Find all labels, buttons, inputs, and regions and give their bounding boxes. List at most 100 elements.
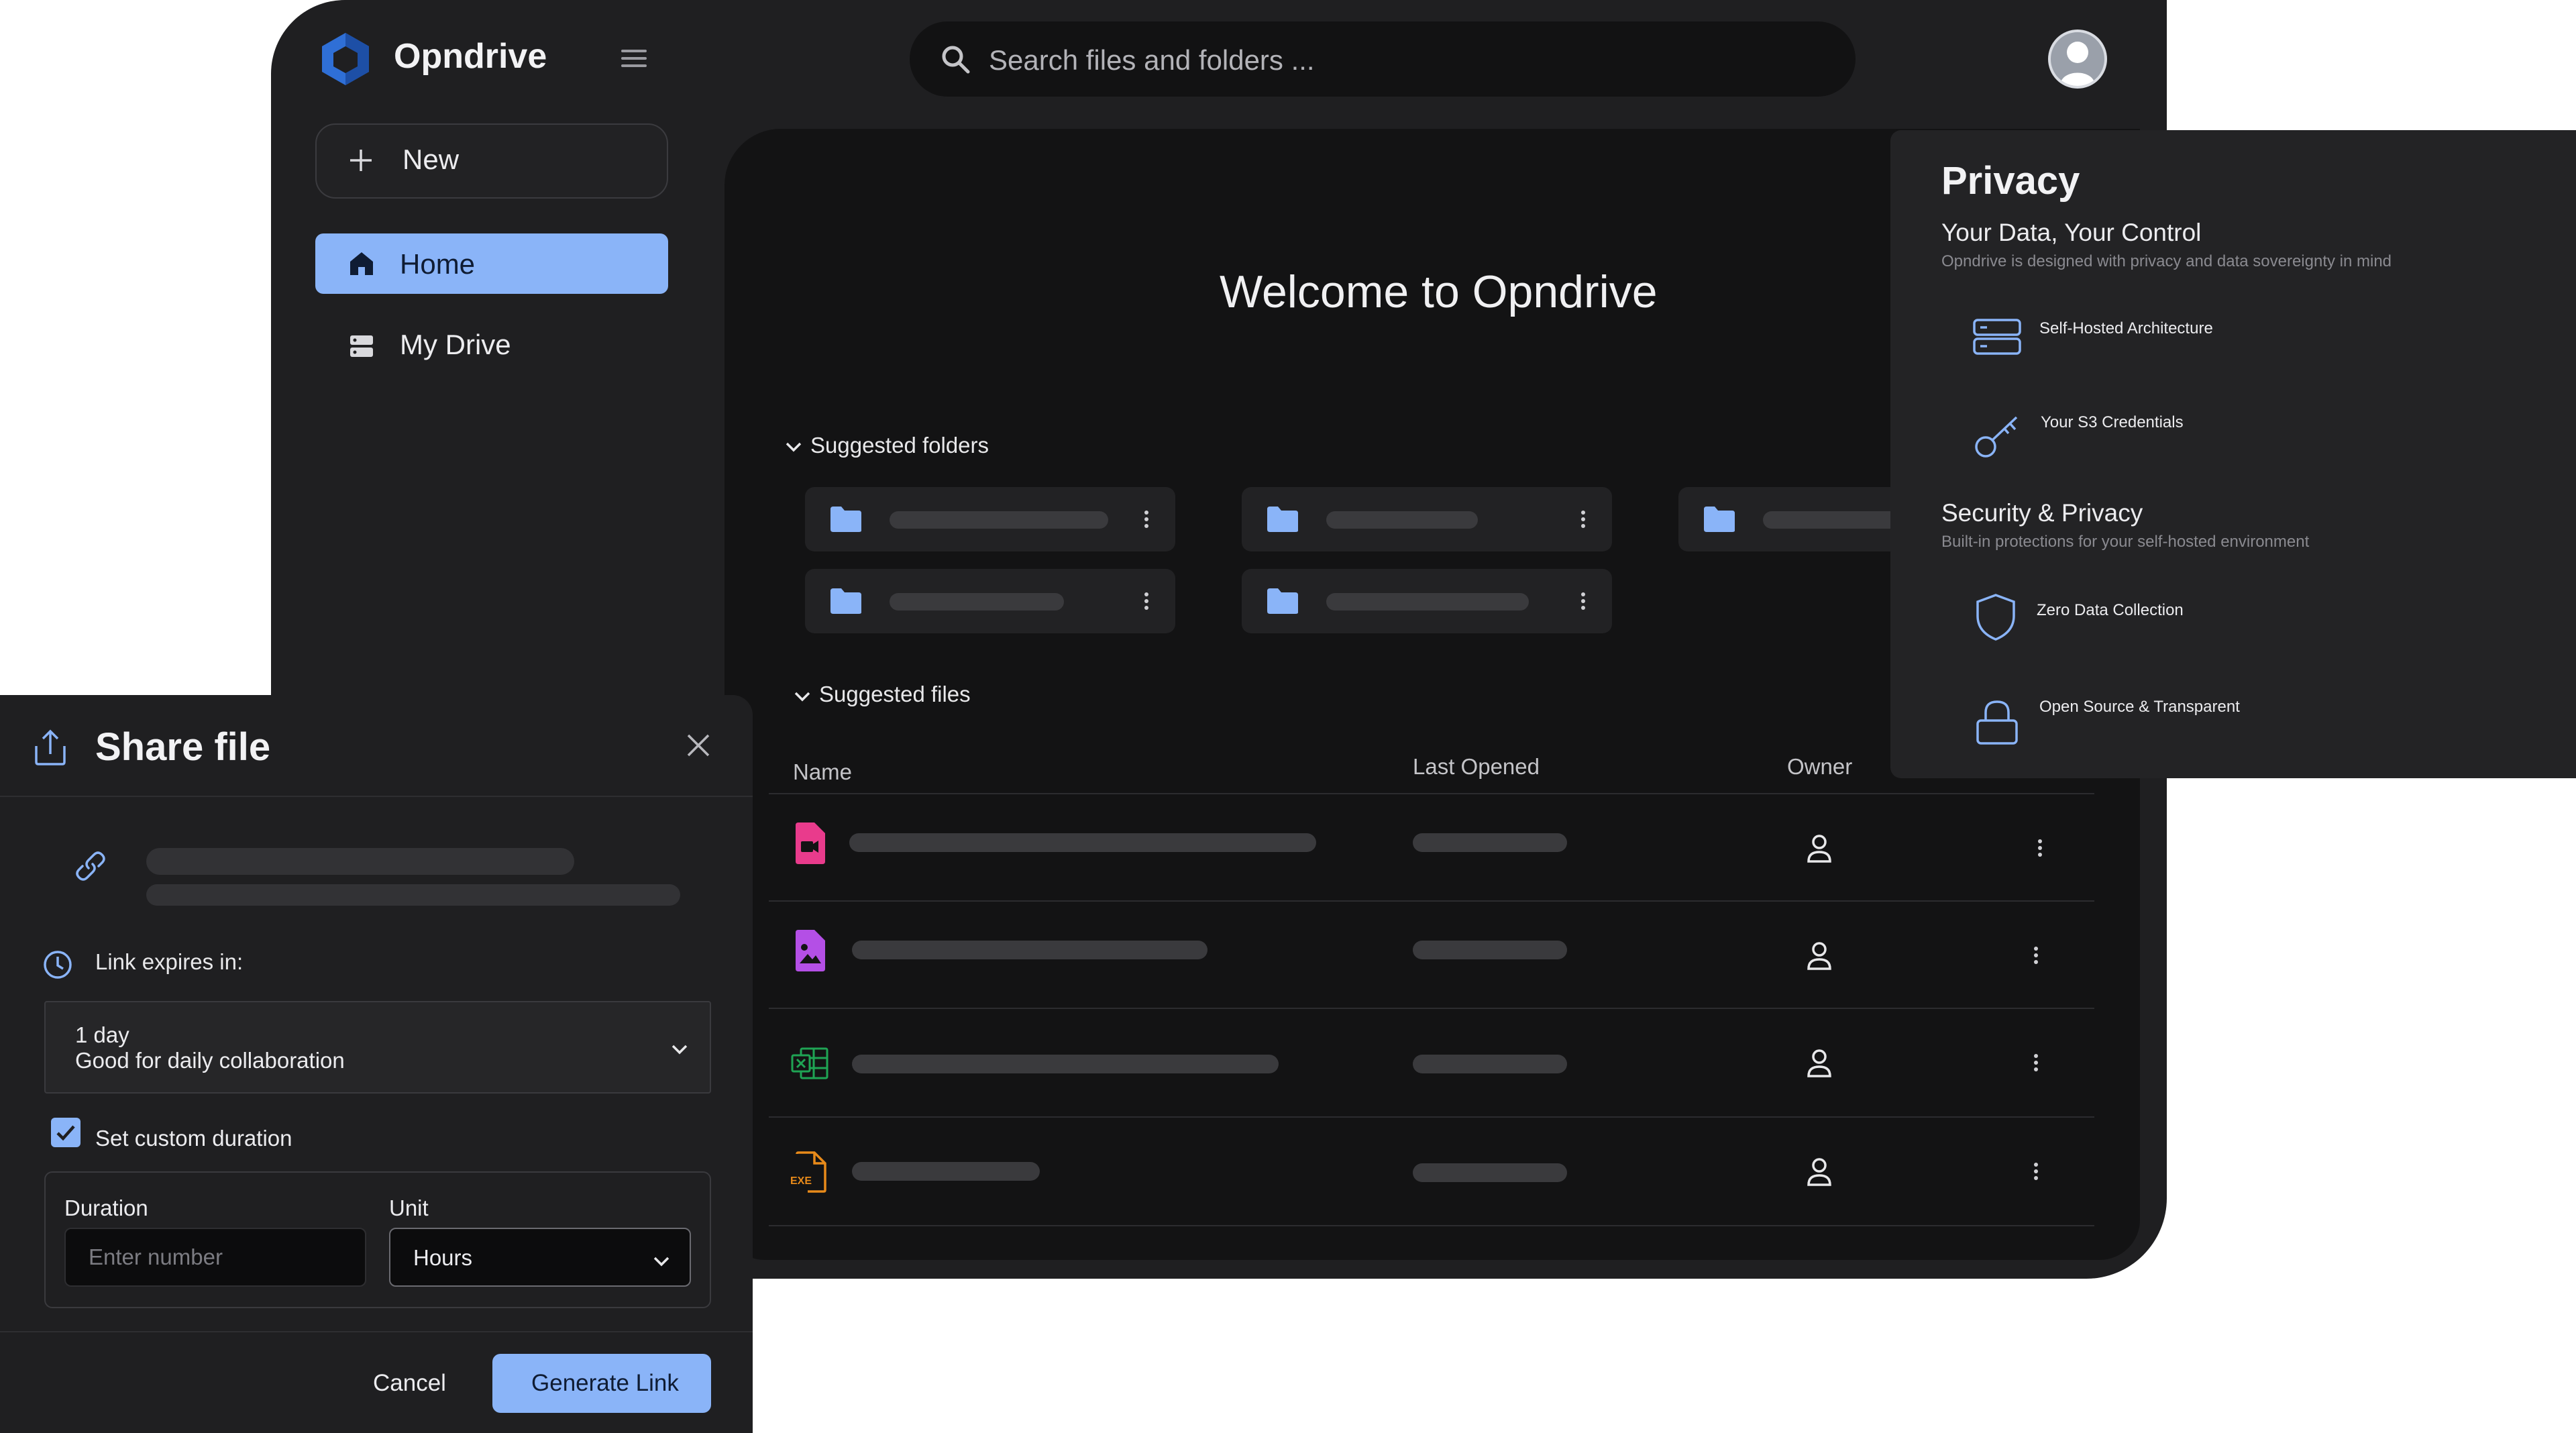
plus-icon <box>347 147 374 174</box>
folder-icon <box>1266 505 1299 533</box>
chevron-down-icon <box>651 1251 672 1272</box>
link-expires-label: Link expires in: <box>95 949 244 974</box>
folder-name-placeholder <box>1763 511 1890 529</box>
divider <box>0 796 753 797</box>
custom-duration-label[interactable]: Set custom duration <box>95 1126 292 1151</box>
file-name-placeholder[interactable] <box>849 833 1316 852</box>
checkmark-icon <box>56 1125 75 1141</box>
divider <box>0 1331 753 1332</box>
folder-card[interactable] <box>1242 487 1612 551</box>
owner-icon <box>1805 1048 1834 1079</box>
privacy-item-label: Your S3 Credentials <box>2041 413 2184 431</box>
page-title: Welcome to Opndrive <box>1220 266 1658 317</box>
privacy-item-label: Zero Data Collection <box>2037 601 2184 619</box>
file-name-placeholder[interactable] <box>852 941 1208 959</box>
folder-card[interactable] <box>1242 569 1612 633</box>
folder-icon <box>829 587 863 615</box>
search-icon <box>939 43 971 75</box>
more-options-icon[interactable] <box>2033 1159 2039 1183</box>
divider <box>769 900 2094 902</box>
image-file-icon <box>793 930 826 971</box>
privacy-section-desc: Opndrive is designed with privacy and da… <box>1941 252 2392 270</box>
divider <box>769 1116 2094 1118</box>
suggested-files-heading[interactable]: Suggested files <box>819 682 971 707</box>
chevron-down-icon <box>669 1039 690 1060</box>
file-name-placeholder[interactable] <box>852 1055 1279 1073</box>
expiry-description: Good for daily collaboration <box>75 1048 345 1073</box>
folder-name-placeholder <box>890 593 1064 611</box>
home-icon <box>347 250 376 278</box>
lock-icon <box>1975 698 2019 746</box>
folder-name-placeholder <box>890 511 1108 529</box>
menu-icon[interactable] <box>616 42 652 75</box>
suggested-folders-heading[interactable]: Suggested folders <box>810 433 989 458</box>
drive-icon[interactable] <box>347 333 376 361</box>
folder-card[interactable] <box>805 487 1175 551</box>
more-options-icon[interactable] <box>2037 836 2043 860</box>
sidebar-item-label[interactable]: My Drive <box>400 329 511 361</box>
file-name-placeholder[interactable] <box>852 1162 1040 1181</box>
privacy-item-label: Open Source & Transparent <box>2039 698 2240 716</box>
folder-card[interactable] <box>1678 487 1890 551</box>
owner-icon <box>1805 1157 1834 1187</box>
more-options-icon[interactable] <box>1580 507 1587 531</box>
exe-label: EXE <box>790 1175 812 1187</box>
opndrive-logo-icon <box>321 32 370 87</box>
chevron-down-icon[interactable] <box>792 686 813 707</box>
owner-icon <box>1805 833 1834 864</box>
duration-label: Duration <box>64 1196 148 1220</box>
folder-name-placeholder <box>1326 511 1478 529</box>
server-icon <box>1972 318 2022 356</box>
brand-name: Opndrive <box>394 37 547 76</box>
more-options-icon[interactable] <box>1143 589 1150 613</box>
cancel-button[interactable]: Cancel <box>373 1370 446 1397</box>
folder-name-placeholder <box>1326 593 1529 611</box>
privacy-title: Privacy <box>1941 159 2080 203</box>
generate-link-label: Generate Link <box>531 1370 679 1396</box>
link-placeholder <box>146 848 574 875</box>
close-icon[interactable] <box>684 731 712 759</box>
more-options-icon[interactable] <box>2033 943 2039 967</box>
video-file-icon <box>793 822 826 864</box>
last-opened-placeholder <box>1413 1055 1567 1073</box>
column-header-owner[interactable]: Owner <box>1787 754 1852 780</box>
more-options-icon[interactable] <box>1143 507 1150 531</box>
privacy-section-desc: Built-in protections for your self-hoste… <box>1941 533 2310 551</box>
duration-input[interactable] <box>64 1228 366 1287</box>
dialog-title: Share file <box>95 725 271 769</box>
new-button-label: New <box>402 144 460 175</box>
last-opened-placeholder <box>1413 833 1567 852</box>
unit-value: Hours <box>413 1245 473 1270</box>
column-header-last-opened[interactable]: Last Opened <box>1413 754 1540 780</box>
folder-icon <box>1266 587 1299 615</box>
clock-icon <box>42 949 74 981</box>
privacy-item-label: Self-Hosted Architecture <box>2039 319 2213 337</box>
key-icon <box>1974 412 2021 460</box>
unit-label: Unit <box>389 1196 429 1220</box>
expiry-value: 1 day <box>75 1022 129 1047</box>
last-opened-placeholder <box>1413 941 1567 959</box>
chevron-down-icon[interactable] <box>783 436 804 458</box>
upload-icon <box>34 729 67 766</box>
last-opened-placeholder <box>1413 1163 1567 1182</box>
more-options-icon[interactable] <box>1580 589 1587 613</box>
custom-duration-checkbox[interactable] <box>51 1118 80 1147</box>
more-options-icon[interactable] <box>2033 1051 2039 1075</box>
shield-icon <box>1975 593 2017 641</box>
column-header-name[interactable]: Name <box>793 759 852 785</box>
folder-icon <box>1703 505 1736 533</box>
exe-file-icon <box>789 1151 829 1194</box>
divider <box>769 1225 2094 1226</box>
search-input[interactable]: Search files and folders ... <box>989 44 1315 76</box>
folder-card[interactable] <box>805 569 1175 633</box>
expiry-select[interactable] <box>44 1001 711 1094</box>
avatar[interactable] <box>2048 30 2107 89</box>
owner-icon <box>1805 941 1834 971</box>
excel-file-icon <box>790 1047 829 1080</box>
sidebar-item-label: Home <box>400 248 476 280</box>
privacy-section-title: Security & Privacy <box>1941 499 2143 527</box>
folder-icon <box>829 505 863 533</box>
link-icon <box>74 849 107 883</box>
privacy-section-title: Your Data, Your Control <box>1941 219 2202 246</box>
link-placeholder <box>146 884 680 906</box>
